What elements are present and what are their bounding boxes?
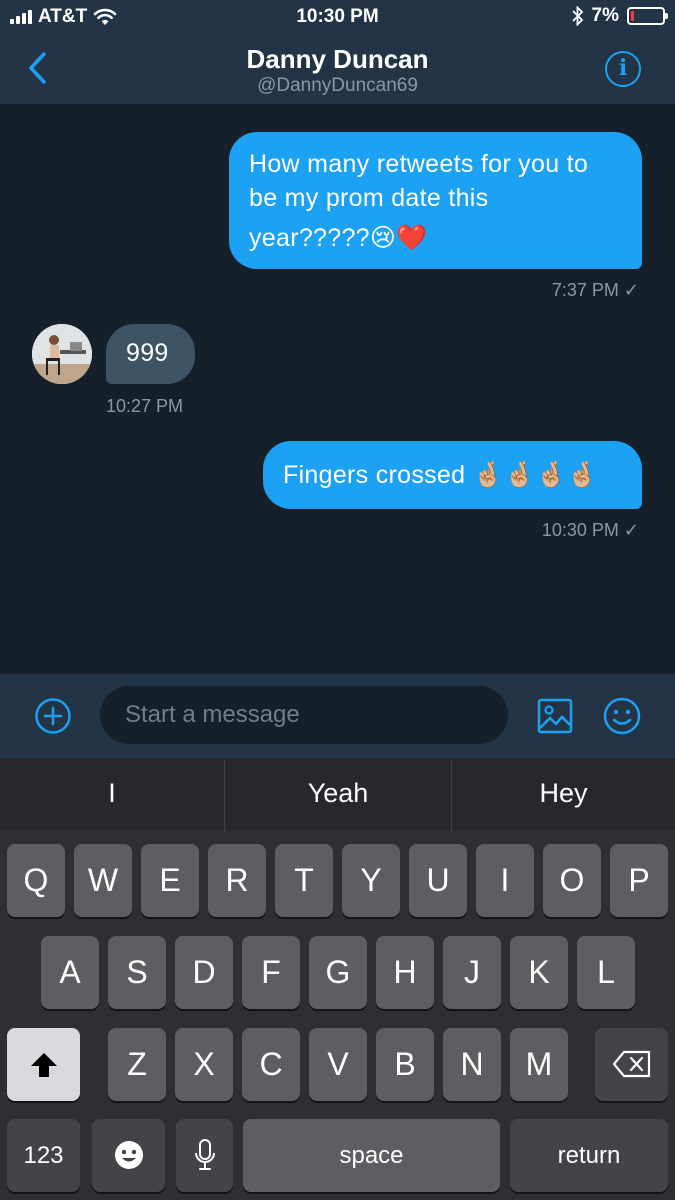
message-timestamp: 7:37 PM ✓ bbox=[551, 280, 639, 300]
key-u[interactable]: U bbox=[409, 844, 467, 917]
key-i[interactable]: I bbox=[476, 844, 534, 917]
key-e[interactable]: E bbox=[141, 844, 199, 917]
shift-arrow-icon bbox=[30, 1053, 57, 1077]
key-b[interactable]: B bbox=[376, 1028, 434, 1101]
key-j[interactable]: J bbox=[443, 936, 501, 1009]
message-text: year?????😢❤️ bbox=[249, 224, 428, 252]
key-r[interactable]: R bbox=[208, 844, 266, 917]
message-input[interactable] bbox=[100, 686, 508, 744]
key-d[interactable]: D bbox=[175, 936, 233, 1009]
suggestion-item[interactable]: I bbox=[0, 758, 224, 830]
message-bubble-received[interactable]: 999 bbox=[106, 324, 195, 384]
key-q[interactable]: Q bbox=[7, 844, 65, 917]
numbers-key[interactable]: 123 bbox=[7, 1119, 80, 1192]
message-text: be my prom date this bbox=[249, 184, 489, 212]
key-v[interactable]: V bbox=[309, 1028, 367, 1101]
smiley-icon[interactable] bbox=[602, 696, 642, 736]
key-l[interactable]: L bbox=[577, 936, 635, 1009]
key-h[interactable]: H bbox=[376, 936, 434, 1009]
image-icon[interactable] bbox=[537, 698, 573, 734]
key-x[interactable]: X bbox=[175, 1028, 233, 1101]
key-z[interactable]: Z bbox=[108, 1028, 166, 1101]
key-c[interactable]: C bbox=[242, 1028, 300, 1101]
key-n[interactable]: N bbox=[443, 1028, 501, 1101]
key-w[interactable]: W bbox=[74, 844, 132, 917]
message-bubble-sent[interactable]: Fingers crossed 🤞🏼🤞🏼🤞🏼🤞🏼 bbox=[263, 441, 642, 509]
key-g[interactable]: G bbox=[309, 936, 367, 1009]
key-m[interactable]: M bbox=[510, 1028, 568, 1101]
key-a[interactable]: A bbox=[41, 936, 99, 1009]
message-bubble-sent[interactable]: How many retweets for you to be my prom … bbox=[229, 132, 642, 269]
key-s[interactable]: S bbox=[108, 936, 166, 1009]
microphone-icon bbox=[194, 1139, 215, 1170]
emoji-smiley-icon bbox=[114, 1141, 143, 1169]
info-icon[interactable]: i bbox=[605, 51, 641, 87]
message-text: 999 bbox=[126, 339, 169, 367]
shift-key[interactable] bbox=[7, 1028, 80, 1101]
suggestion-item[interactable]: Yeah bbox=[225, 758, 451, 830]
keyboard: I Yeah Hey Q W E R T Y U I O P A S D F G… bbox=[0, 758, 675, 1200]
message-timestamp: 10:27 PM bbox=[106, 396, 184, 416]
battery-percent: 7% bbox=[591, 5, 619, 26]
microphone-key[interactable] bbox=[176, 1119, 233, 1192]
status-bar: AT&T 10:30 PM 7% bbox=[0, 0, 675, 34]
battery-icon bbox=[627, 7, 668, 25]
key-o[interactable]: O bbox=[543, 844, 601, 917]
dm-conversation-screen: AT&T 10:30 PM 7% Danny Duncan @DannyDunc… bbox=[0, 0, 675, 1200]
message-timestamp: 10:30 PM ✓ bbox=[541, 520, 639, 540]
key-t[interactable]: T bbox=[275, 844, 333, 917]
bluetooth-icon bbox=[571, 6, 583, 26]
space-key[interactable]: space bbox=[243, 1119, 500, 1192]
emoji-key[interactable] bbox=[92, 1119, 165, 1192]
key-k[interactable]: K bbox=[510, 936, 568, 1009]
top-bar: AT&T 10:30 PM 7% Danny Duncan @DannyDunc… bbox=[0, 0, 675, 104]
backspace-icon bbox=[612, 1050, 650, 1078]
return-key[interactable]: return bbox=[510, 1119, 668, 1192]
message-composer bbox=[0, 674, 675, 758]
suggestion-bar: I Yeah Hey bbox=[0, 758, 675, 832]
plus-circle-icon[interactable] bbox=[34, 697, 72, 735]
key-y[interactable]: Y bbox=[342, 844, 400, 917]
message-text: How many retweets for you to bbox=[249, 150, 589, 178]
key-f[interactable]: F bbox=[242, 936, 300, 1009]
key-p[interactable]: P bbox=[610, 844, 668, 917]
avatar[interactable] bbox=[32, 324, 92, 384]
conversation-name: Danny Duncan bbox=[246, 44, 429, 74]
message-text: Fingers crossed 🤞🏼🤞🏼🤞🏼🤞🏼 bbox=[283, 461, 599, 489]
conversation-handle: @DannyDuncan69 bbox=[257, 75, 418, 96]
backspace-key[interactable] bbox=[595, 1028, 668, 1101]
suggestion-item[interactable]: Hey bbox=[452, 758, 675, 830]
